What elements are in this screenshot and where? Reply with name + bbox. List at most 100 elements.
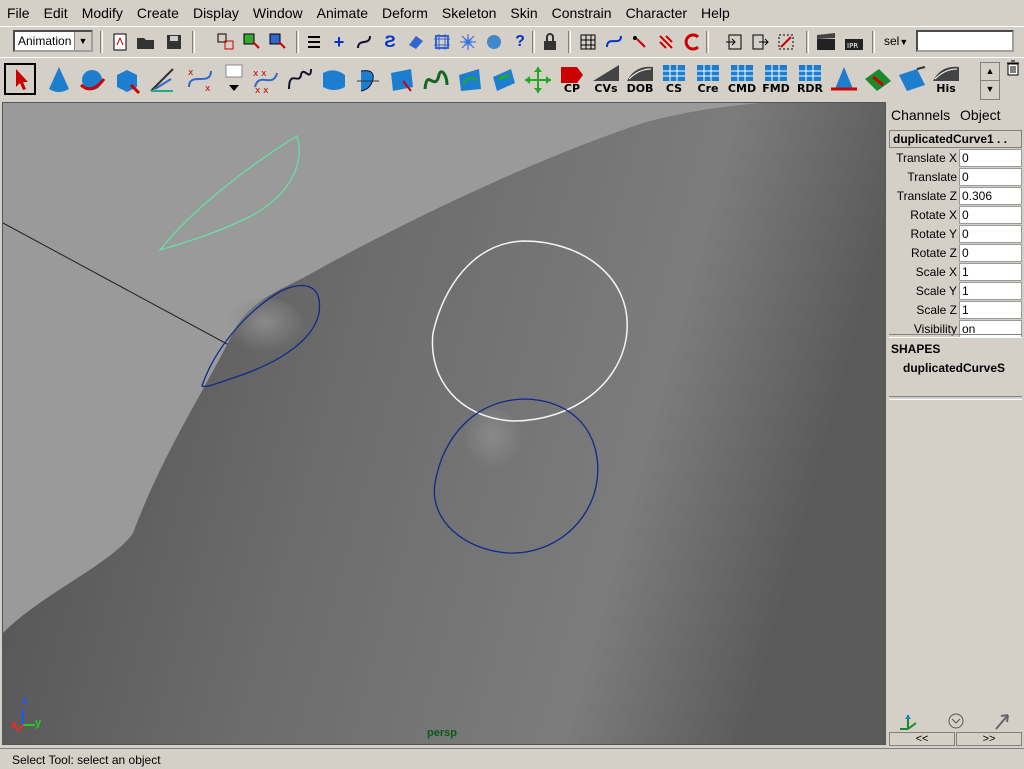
attribute-value-field[interactable]: 1	[959, 282, 1022, 300]
attribute-label[interactable]: Translate	[889, 168, 957, 187]
cone-tool-button[interactable]	[42, 63, 74, 95]
open-scene-icon[interactable]	[136, 32, 156, 52]
curve-on-surface-button[interactable]	[420, 63, 452, 95]
attribute-label[interactable]: Scale Z	[889, 301, 957, 320]
attribute-value-field[interactable]: 0	[959, 149, 1022, 167]
cre-button[interactable]: Cre	[692, 63, 724, 95]
next-button[interactable]: >>	[956, 732, 1022, 746]
snap-point-icon[interactable]	[406, 32, 426, 52]
trim-button[interactable]	[488, 63, 520, 95]
input-output-icon[interactable]	[630, 32, 650, 52]
clock-icon[interactable]	[945, 710, 967, 732]
pivot-button[interactable]	[828, 63, 860, 95]
menu-constrain[interactable]: Constrain	[545, 0, 619, 26]
render-icon[interactable]	[683, 32, 703, 52]
attribute-label[interactable]: Scale X	[889, 263, 957, 282]
snap-curve-icon[interactable]	[354, 32, 374, 52]
menu-character[interactable]: Character	[619, 0, 694, 26]
ipr-render-icon[interactable]: IPR	[844, 32, 864, 52]
shelf-menu-button[interactable]	[222, 63, 246, 95]
attribute-value-field[interactable]: 1	[959, 263, 1022, 281]
chevron-up-icon[interactable]: ▲	[981, 63, 999, 81]
edit-cv-button[interactable]: x x x x	[250, 63, 282, 95]
attribute-label[interactable]: Scale Y	[889, 282, 957, 301]
menu-window[interactable]: Window	[246, 0, 310, 26]
attribute-label[interactable]: Rotate Y	[889, 225, 957, 244]
select-object-icon[interactable]	[242, 32, 262, 52]
node-name[interactable]: duplicatedCurve1 . .	[889, 130, 1022, 148]
dob-button[interactable]: DOB	[624, 63, 656, 95]
move-pivot-button[interactable]	[522, 63, 554, 95]
select-by-name-label[interactable]: sel▼	[884, 34, 908, 48]
selected-curve[interactable]	[158, 135, 300, 252]
menu-animate[interactable]: Animate	[310, 0, 375, 26]
chevron-down-icon[interactable]: ▼	[981, 81, 999, 98]
snap-plane-icon[interactable]	[432, 32, 452, 52]
attribute-label[interactable]: Rotate X	[889, 206, 957, 225]
select-hierarchy-icon[interactable]	[216, 32, 236, 52]
shape-node-name[interactable]: duplicatedCurveS	[903, 361, 1005, 375]
menu-edit[interactable]: Edit	[37, 0, 75, 26]
move-axes-icon[interactable]	[897, 710, 919, 732]
ep-curve-button[interactable]	[284, 63, 316, 95]
axis-tool-button[interactable]	[146, 63, 178, 95]
perspective-viewport[interactable]: z y x persp	[2, 102, 886, 745]
import-icon[interactable]	[724, 32, 744, 52]
attribute-value-field[interactable]: 0.306	[959, 187, 1022, 205]
rdr-button[interactable]: RDR	[794, 63, 826, 95]
select-by-name-field[interactable]	[916, 30, 1014, 52]
select-component-icon[interactable]	[268, 32, 288, 52]
menu-display[interactable]: Display	[186, 0, 246, 26]
cs-button[interactable]: CS	[658, 63, 690, 95]
lock-icon[interactable]	[540, 32, 560, 52]
cv-curve-tool-button[interactable]: xx	[184, 63, 216, 95]
menu-skeleton[interactable]: Skeleton	[435, 0, 503, 26]
transform-icon[interactable]	[776, 32, 796, 52]
cube-tool-button[interactable]	[110, 63, 142, 95]
attribute-value-field[interactable]: 0	[959, 206, 1022, 224]
loft-button[interactable]	[318, 63, 350, 95]
cmd-button[interactable]: CMD	[726, 63, 758, 95]
snap-grid-icon[interactable]: Ƨ	[380, 32, 400, 52]
cvs-button[interactable]: CVs	[590, 63, 622, 95]
menu-file[interactable]: File	[0, 0, 37, 26]
menu-deform[interactable]: Deform	[375, 0, 435, 26]
tab-object[interactable]: Object	[960, 107, 1000, 123]
tab-channels[interactable]: Channels	[891, 107, 950, 123]
history-icon[interactable]	[484, 32, 504, 52]
menu-modify[interactable]: Modify	[75, 0, 130, 26]
menu-help[interactable]: Help	[694, 0, 737, 26]
chevron-down-icon[interactable]: ▼	[74, 32, 91, 50]
attribute-value-field[interactable]: 0	[959, 244, 1022, 262]
curve-tool-icon[interactable]	[604, 32, 624, 52]
construction-history-icon[interactable]	[578, 32, 598, 52]
attribute-label[interactable]: Translate X	[889, 149, 957, 168]
select-tool-button[interactable]	[4, 63, 36, 95]
new-scene-icon[interactable]	[110, 32, 130, 52]
arrow-icon[interactable]	[991, 710, 1013, 732]
snap-view-icon[interactable]	[458, 32, 478, 52]
help-icon[interactable]: ?	[510, 32, 530, 52]
trash-icon[interactable]	[1005, 60, 1021, 76]
attribute-label[interactable]: Translate Z	[889, 187, 957, 206]
attribute-value-field[interactable]: 0	[959, 168, 1022, 186]
paint-button[interactable]	[862, 63, 894, 95]
render-view-icon[interactable]	[816, 32, 836, 52]
revolve-button[interactable]	[352, 63, 384, 95]
attribute-value-field[interactable]: 1	[959, 301, 1022, 319]
his-button[interactable]: His	[930, 63, 962, 95]
menu-icon[interactable]	[304, 32, 324, 52]
attribute-value-field[interactable]: 0	[959, 225, 1022, 243]
menu-set-select[interactable]: Animation ▼	[13, 30, 93, 52]
extrude-button[interactable]	[386, 63, 418, 95]
sculpt-button[interactable]	[896, 63, 928, 95]
attribute-label[interactable]: Rotate Z	[889, 244, 957, 263]
sphere-tool-button[interactable]	[76, 63, 108, 95]
magnet-icon[interactable]	[656, 32, 676, 52]
save-scene-icon[interactable]	[164, 32, 184, 52]
menu-skin[interactable]: Skin	[503, 0, 544, 26]
menu-create[interactable]: Create	[130, 0, 186, 26]
cp-button[interactable]: CP	[556, 63, 588, 95]
plus-icon[interactable]: +	[329, 32, 349, 52]
fmd-button[interactable]: FMD	[760, 63, 792, 95]
